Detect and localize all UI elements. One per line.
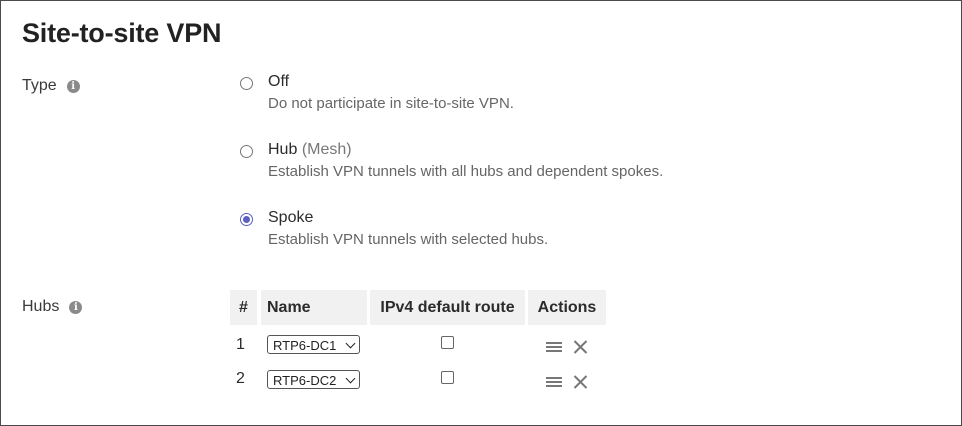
type-label: Type [22, 77, 57, 94]
hubs-label: Hubs [22, 298, 60, 315]
radio-spoke-label-text: Spoke [268, 209, 314, 226]
hub-name-value: RTP6-DC2 [273, 373, 337, 388]
column-header-ipv4: IPv4 default route [370, 290, 525, 325]
ipv4-default-route-checkbox[interactable] [441, 336, 454, 349]
row-number: 2 [236, 370, 245, 387]
radio-hub-sublabel: (Mesh) [301, 141, 352, 158]
close-icon[interactable] [573, 340, 588, 354]
info-icon[interactable]: i [69, 300, 83, 314]
column-header-actions: Actions [528, 290, 606, 325]
radio-spoke-description: Establish VPN tunnels with selected hubs… [268, 231, 549, 248]
page-title: Site-to-site VPN [22, 18, 222, 48]
chevron-down-icon [345, 373, 356, 384]
reorder-icon[interactable] [546, 342, 562, 352]
hub-name-select[interactable]: RTP6-DC2 [267, 370, 360, 389]
radio-spoke[interactable] [240, 213, 253, 226]
hub-name-select[interactable]: RTP6-DC1 [267, 335, 360, 354]
reorder-icon[interactable] [546, 377, 562, 387]
info-icon[interactable]: i [66, 79, 80, 93]
column-header-num: # [230, 290, 257, 325]
row-number: 1 [236, 336, 245, 353]
type-label-row: Type i [22, 77, 80, 95]
radio-off-description: Do not participate in site-to-site VPN. [268, 95, 514, 112]
radio-spoke-label[interactable]: Spoke [268, 209, 313, 227]
radio-hub[interactable] [240, 145, 253, 158]
vpn-settings-panel: Site-to-site VPN Type i Off Do not parti… [0, 0, 962, 426]
radio-hub-label[interactable]: Hub (Mesh) [268, 141, 352, 159]
hub-name-value: RTP6-DC1 [273, 338, 337, 353]
radio-off-label[interactable]: Off [268, 73, 289, 91]
radio-hub-label-text: Hub [268, 141, 298, 158]
chevron-down-icon [345, 338, 356, 349]
column-header-name: Name [261, 290, 367, 325]
radio-hub-description: Establish VPN tunnels with all hubs and … [268, 163, 664, 180]
radio-off[interactable] [240, 77, 253, 90]
close-icon[interactable] [573, 375, 588, 389]
hubs-label-row: Hubs i [22, 298, 83, 316]
radio-off-label-text: Off [268, 73, 290, 90]
ipv4-default-route-checkbox[interactable] [441, 371, 454, 384]
